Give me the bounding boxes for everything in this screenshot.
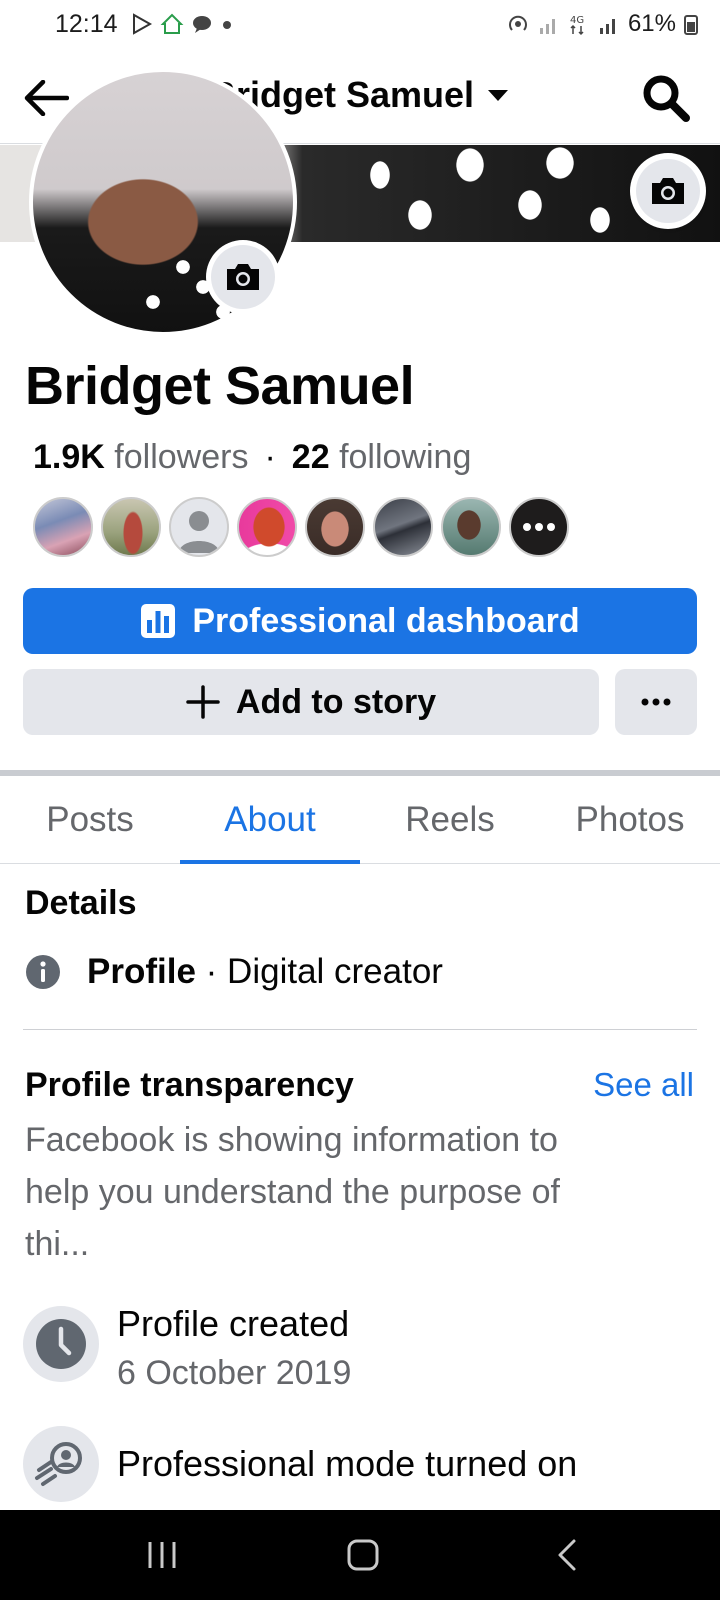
more-dots-icon bbox=[641, 698, 671, 706]
signal-icon bbox=[539, 19, 555, 34]
details-heading: Details bbox=[25, 884, 137, 922]
status-time: 12:14 bbox=[55, 10, 118, 38]
friend-avatar[interactable] bbox=[237, 497, 297, 557]
dot-icon bbox=[223, 21, 231, 29]
profile-tabs: Posts About Reels Photos bbox=[0, 776, 720, 864]
more-options-button[interactable] bbox=[615, 669, 697, 735]
camera-icon bbox=[652, 178, 684, 204]
dashboard-icon bbox=[141, 604, 176, 638]
profile-name: Bridget Samuel bbox=[25, 356, 415, 416]
network-4g-icon: 4G bbox=[570, 15, 584, 36]
hotspot-icon bbox=[509, 15, 527, 31]
edit-profile-picture-button[interactable] bbox=[206, 240, 280, 314]
transparency-description: Facebook is showing information to help … bbox=[25, 1121, 560, 1263]
svg-text:4G: 4G bbox=[570, 15, 584, 26]
followers-count: 1.9K bbox=[33, 438, 105, 476]
chat-icon bbox=[193, 16, 211, 33]
friend-avatar[interactable] bbox=[305, 497, 365, 557]
camera-icon bbox=[227, 264, 259, 290]
chevron-left-icon bbox=[558, 1539, 576, 1571]
tab-photos[interactable]: Photos bbox=[540, 776, 720, 863]
see-all-link[interactable]: See all bbox=[593, 1066, 694, 1104]
tab-reels[interactable]: Reels bbox=[360, 776, 540, 863]
caret-down-icon bbox=[488, 90, 509, 101]
notification-icons bbox=[130, 12, 234, 36]
followers-link[interactable]: 1.9K followers bbox=[33, 438, 248, 477]
home-outline-icon bbox=[347, 1539, 379, 1571]
friend-avatar[interactable] bbox=[373, 497, 433, 557]
details-category-row: Profile · Digital creator bbox=[25, 952, 443, 992]
more-friends-button[interactable] bbox=[509, 497, 569, 557]
add-to-story-button[interactable]: Add to story bbox=[23, 669, 599, 735]
follow-stats: 1.9K followers · 22 following bbox=[33, 438, 471, 477]
clock-icon-wrap bbox=[23, 1306, 99, 1382]
professional-mode-icon bbox=[35, 1442, 82, 1486]
recent-apps-button[interactable] bbox=[132, 1530, 192, 1580]
add-to-story-label: Add to story bbox=[235, 682, 437, 721]
default-avatar-icon bbox=[179, 511, 219, 553]
friend-avatar[interactable] bbox=[101, 497, 161, 557]
friend-avatar[interactable] bbox=[33, 497, 93, 557]
battery-percent: 61% bbox=[627, 10, 676, 37]
info-icon bbox=[26, 955, 60, 989]
friends-row bbox=[33, 497, 569, 557]
play-store-icon bbox=[133, 13, 153, 35]
friend-avatar[interactable] bbox=[441, 497, 501, 557]
plus-icon bbox=[186, 685, 220, 719]
more-dots-icon bbox=[523, 523, 555, 531]
professional-dashboard-label: Professional dashboard bbox=[192, 601, 580, 640]
recent-apps-icon bbox=[148, 1542, 176, 1568]
status-bar: 12:14 4G 61% bbox=[0, 0, 720, 52]
details-label: Profile bbox=[87, 952, 196, 991]
following-link[interactable]: 22 following bbox=[292, 438, 472, 477]
details-separator: · bbox=[205, 952, 218, 991]
system-icons: 4G 61% bbox=[506, 10, 698, 38]
professional-mode-label: Professional mode turned on bbox=[117, 1443, 578, 1484]
battery-icon bbox=[684, 15, 698, 35]
profile-created-label: Profile created bbox=[117, 1303, 350, 1344]
professional-mode-item: Professional mode turned on bbox=[23, 1426, 577, 1502]
signal-full-icon bbox=[599, 19, 615, 34]
clock-icon bbox=[36, 1319, 86, 1369]
tab-posts[interactable]: Posts bbox=[0, 776, 180, 863]
profile-created-item: Profile created 6 October 2019 bbox=[23, 1303, 352, 1398]
tab-about[interactable]: About bbox=[180, 776, 360, 864]
friend-avatar[interactable] bbox=[169, 497, 229, 557]
profile-created-date: 6 October 2019 bbox=[117, 1354, 352, 1392]
home-button[interactable] bbox=[333, 1530, 393, 1580]
professional-mode-icon-wrap bbox=[23, 1426, 99, 1502]
back-nav-button[interactable] bbox=[537, 1530, 597, 1580]
professional-dashboard-button[interactable]: Professional dashboard bbox=[23, 588, 697, 654]
follow-separator: · bbox=[264, 438, 276, 476]
system-nav-bar bbox=[0, 1510, 720, 1600]
followers-label: followers bbox=[114, 438, 249, 476]
search-button[interactable] bbox=[638, 70, 694, 126]
following-count: 22 bbox=[291, 438, 330, 476]
divider bbox=[23, 1029, 697, 1030]
details-value: Digital creator bbox=[227, 952, 443, 991]
home-icon bbox=[160, 13, 184, 34]
transparency-heading: Profile transparency bbox=[25, 1066, 354, 1104]
following-label: following bbox=[339, 438, 472, 476]
search-icon bbox=[643, 75, 690, 122]
edit-cover-button[interactable] bbox=[630, 153, 706, 229]
